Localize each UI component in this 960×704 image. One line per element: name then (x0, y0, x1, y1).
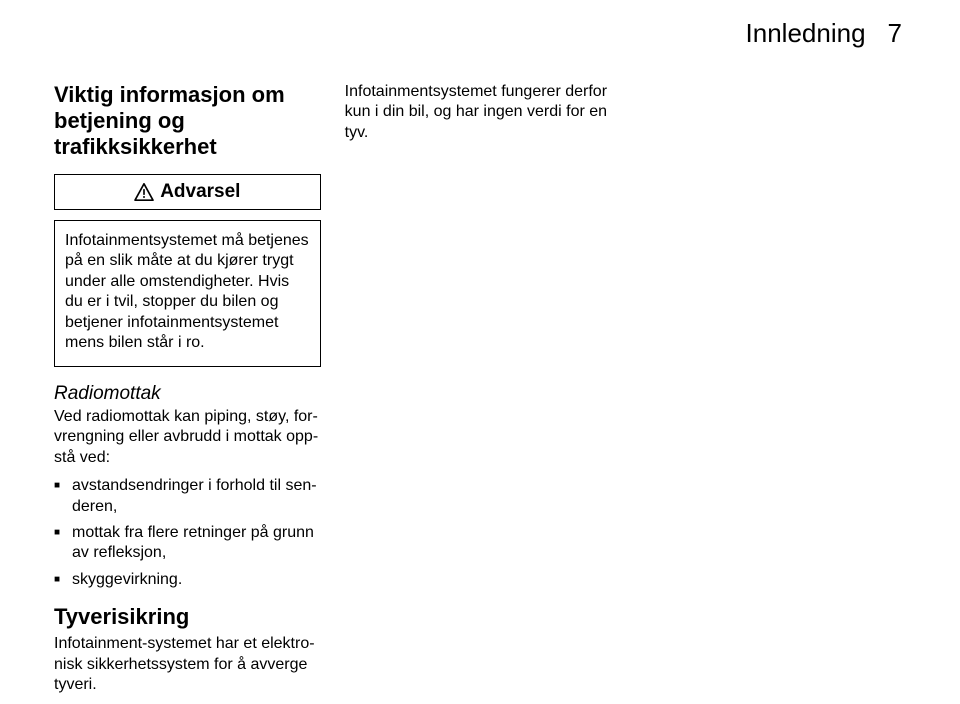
column-2: Infotainmentsystemet fungerer derfor kun… (345, 82, 612, 704)
warning-triangle-icon (134, 183, 154, 201)
section-heading: Viktig informasjon om betjening og trafi… (54, 82, 321, 160)
bullet-list: avstandsendringer i forhold til sen­dere… (54, 476, 321, 590)
section-body-2: Infotainment-systemet har et elektro­nis… (54, 634, 321, 695)
column-1: Viktig informasjon om betjening og trafi… (54, 82, 321, 704)
section-heading-2: Tyverisikring (54, 604, 321, 630)
warning-text: Infotainmentsystemet må betje­nes på en … (65, 231, 310, 354)
column-3 (635, 82, 902, 704)
page: Innledning 7 Viktig informasjon om betje… (0, 0, 960, 653)
warning-box-body: Infotainmentsystemet må betje­nes på en … (54, 220, 321, 367)
page-header: Innledning 7 (746, 18, 902, 49)
warning-label: Advarsel (160, 181, 240, 203)
warning-box-title: Advarsel (54, 174, 321, 210)
column-2-body: Infotainmentsystemet fungerer derfor kun… (345, 82, 612, 143)
list-item: avstandsendringer i forhold til sen­dere… (54, 476, 321, 517)
page-number: 7 (888, 18, 902, 49)
header-section-title: Innledning (746, 18, 866, 49)
list-item: skyggevirkning. (54, 570, 321, 590)
content-columns: Viktig informasjon om betjening og trafi… (54, 28, 902, 704)
list-item: mottak fra flere retninger på grunn av r… (54, 523, 321, 564)
subsection-body: Ved radiomottak kan piping, støy, for­vr… (54, 407, 321, 468)
subsection-heading: Radiomottak (54, 383, 321, 405)
